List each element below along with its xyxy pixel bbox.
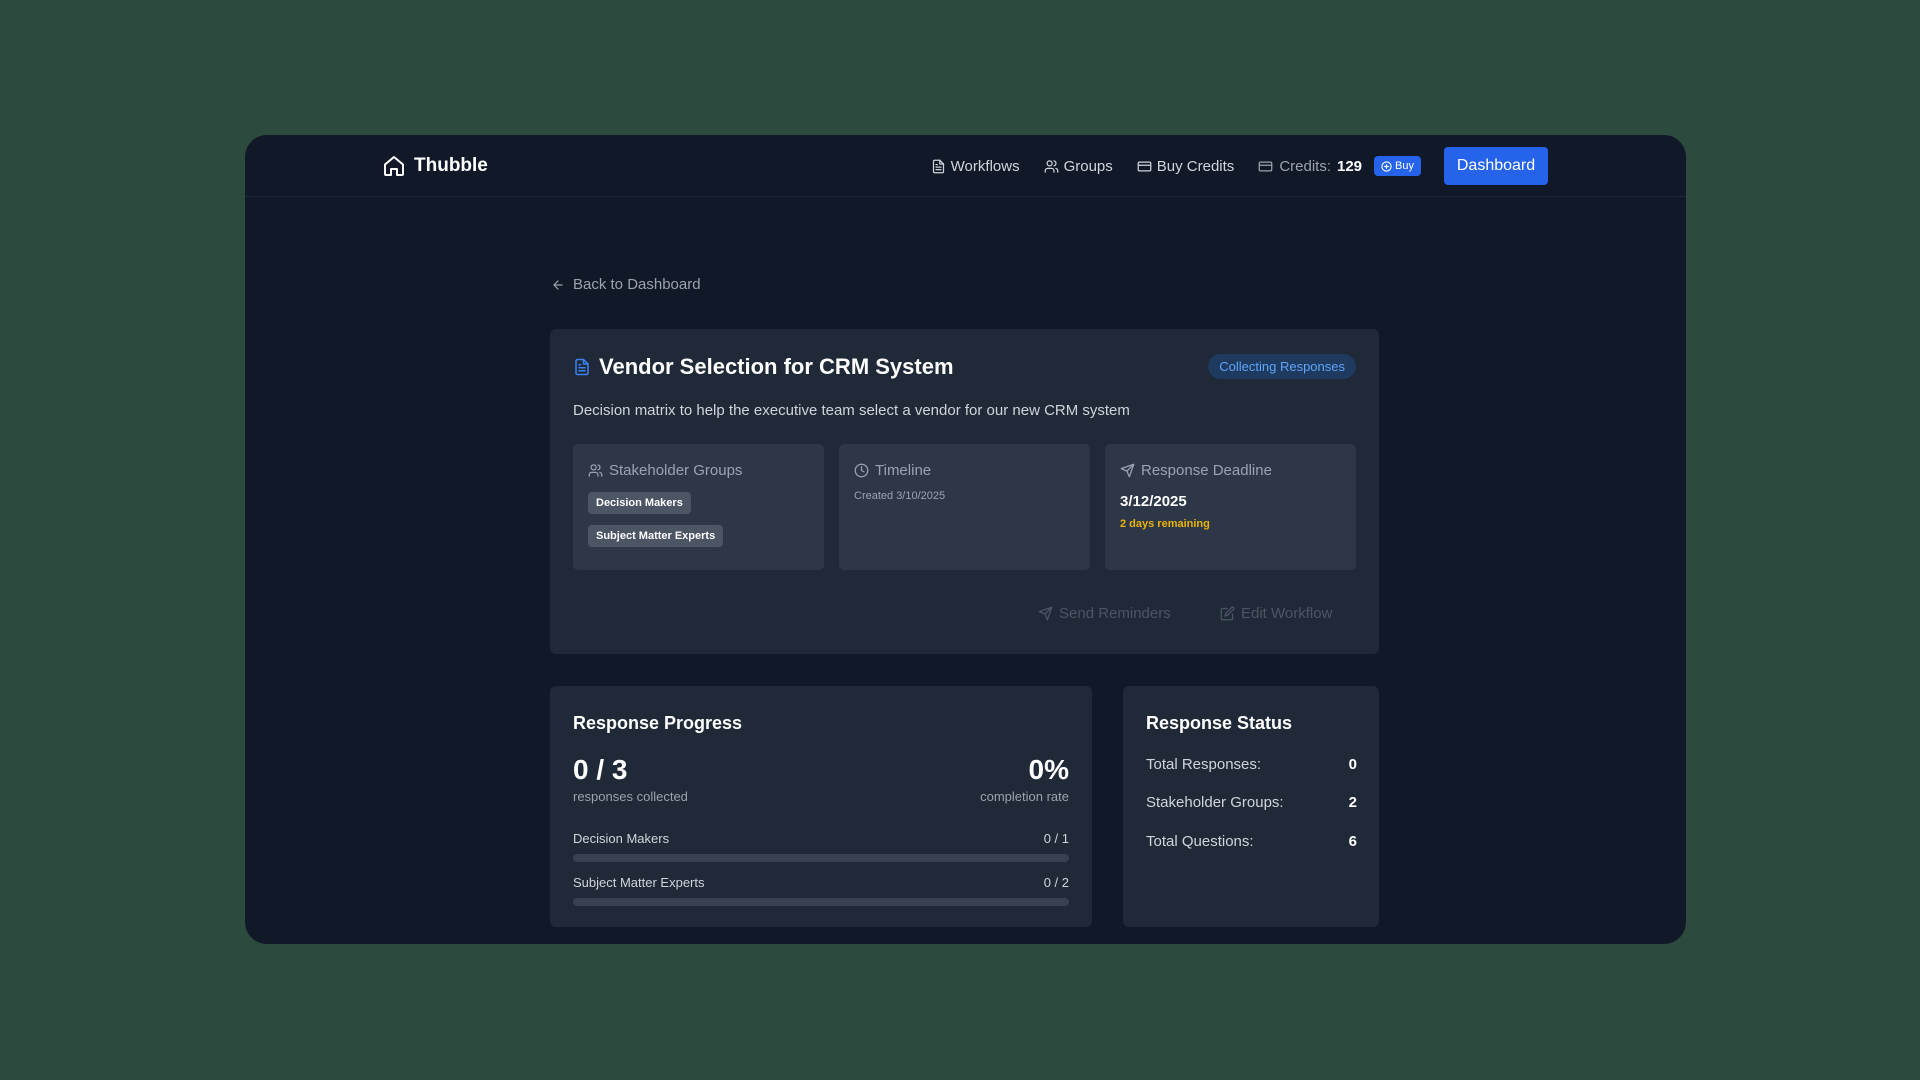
timeline-box: Timeline Created 3/10/2025 <box>839 444 1090 570</box>
credit-card-icon <box>1258 161 1273 171</box>
stakeholder-groups-box: Stakeholder Groups Decision Makers Subje… <box>573 444 824 570</box>
dashboard-button[interactable]: Dashboard <box>1444 147 1548 185</box>
stat-label: Stakeholder Groups: <box>1146 794 1284 811</box>
response-deadline-heading: Response Deadline <box>1120 462 1272 479</box>
group-progress-value: 0 / 1 <box>1043 831 1069 846</box>
created-date: Created 3/10/2025 <box>854 490 946 502</box>
group-progress-bar <box>573 854 1069 862</box>
edit-workflow-button[interactable]: Edit Workflow <box>1220 605 1332 622</box>
nav-workflows-label: Workflows <box>950 157 1020 175</box>
workflow-description: Decision matrix to help the executive te… <box>573 402 1130 419</box>
nav-groups-label: Groups <box>1063 157 1113 175</box>
response-progress-card: Response Progress 0 / 3 responses collec… <box>550 686 1092 927</box>
clock-icon <box>854 463 869 478</box>
buy-credits-button[interactable]: Buy <box>1374 156 1421 176</box>
credits-display: Credits: 129 <box>1258 158 1362 175</box>
group-progress-value: 0 / 2 <box>1043 875 1069 890</box>
credits-label: Credits: <box>1279 157 1331 175</box>
response-status-card: Response Status Total Responses: 0 Stake… <box>1123 686 1379 927</box>
back-link-label: Back to Dashboard <box>573 276 701 293</box>
stat-value: 2 <box>1348 794 1357 811</box>
brand-logo[interactable]: Thubble <box>382 154 488 178</box>
responses-collected-count: 0 / 3 <box>573 754 628 785</box>
buy-label: Buy <box>1395 160 1414 172</box>
stakeholder-groups-label: Stakeholder Groups <box>609 462 743 479</box>
deadline-date: 3/12/2025 <box>1120 493 1187 510</box>
nav-buy-credits-label: Buy Credits <box>1156 157 1235 175</box>
edit-workflow-label: Edit Workflow <box>1241 605 1333 622</box>
edit-icon <box>1220 606 1235 621</box>
group-progress-name: Decision Makers <box>573 831 670 846</box>
document-icon <box>575 358 589 376</box>
stat-value: 0 <box>1348 756 1357 773</box>
response-deadline-label: Response Deadline <box>1141 462 1272 479</box>
stat-value: 6 <box>1348 833 1357 850</box>
plus-circle-icon <box>1381 160 1392 172</box>
completion-rate-label: completion rate <box>980 789 1069 804</box>
workflow-title: Vendor Selection for CRM System <box>599 354 954 379</box>
credit-card-icon <box>1137 161 1152 171</box>
status-badge: Collecting Responses <box>1208 354 1356 379</box>
users-icon <box>1044 159 1058 173</box>
stat-label: Total Responses: <box>1146 756 1262 773</box>
back-to-dashboard-link[interactable]: Back to Dashboard <box>551 276 701 293</box>
workflow-title-row: Vendor Selection for CRM System <box>573 354 954 380</box>
response-progress-heading: Response Progress <box>573 713 743 733</box>
response-status-heading: Response Status <box>1146 713 1293 733</box>
responses-collected-label: responses collected <box>573 789 688 804</box>
main-nav: Workflows Groups Buy Credits Credits: 12… <box>907 147 1548 185</box>
app-window: Thubble Workflows Groups Buy Credits Cre… <box>245 135 1686 944</box>
top-navbar: Thubble Workflows Groups Buy Credits Cre… <box>245 135 1686 197</box>
send-icon <box>1120 463 1135 478</box>
stat-label: Total Questions: <box>1146 833 1254 850</box>
workflow-card: Vendor Selection for CRM System Collecti… <box>550 329 1379 654</box>
send-reminders-button[interactable]: Send Reminders <box>1038 605 1171 622</box>
response-deadline-box: Response Deadline 3/12/2025 2 days remai… <box>1105 444 1356 570</box>
arrow-left-icon <box>553 279 563 290</box>
deadline-remaining: 2 days remaining <box>1120 518 1210 530</box>
home-icon <box>384 156 404 176</box>
document-icon <box>932 159 944 173</box>
completion-rate-value: 0% <box>1028 754 1069 785</box>
send-reminders-label: Send Reminders <box>1059 605 1171 622</box>
timeline-label: Timeline <box>875 462 932 479</box>
timeline-heading: Timeline <box>854 462 931 479</box>
users-icon <box>588 464 603 477</box>
group-progress-bar <box>573 898 1069 906</box>
nav-buy-credits[interactable]: Buy Credits <box>1137 157 1235 175</box>
group-tag: Decision Makers <box>588 492 691 514</box>
group-tag: Subject Matter Experts <box>588 525 724 547</box>
credits-count: 129 <box>1337 157 1363 175</box>
brand-name: Thubble <box>414 155 488 176</box>
send-icon <box>1038 606 1053 621</box>
nav-workflows[interactable]: Workflows <box>931 158 1020 175</box>
group-progress-name: Subject Matter Experts <box>573 875 705 890</box>
stakeholder-groups-heading: Stakeholder Groups <box>588 462 742 479</box>
nav-groups[interactable]: Groups <box>1044 158 1113 175</box>
